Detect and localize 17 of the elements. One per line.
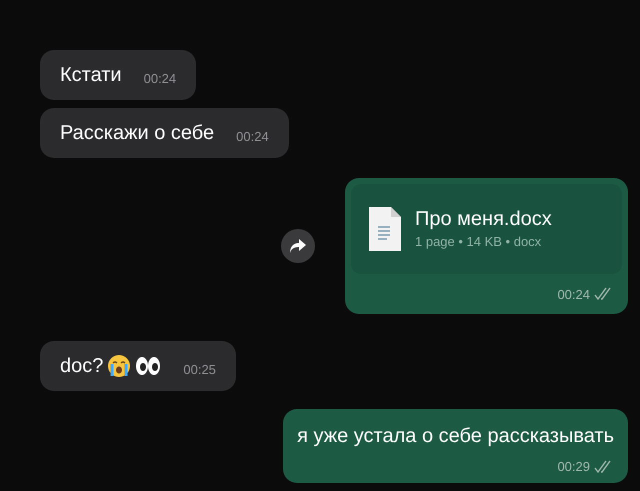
message-time: 00:29 <box>557 458 590 476</box>
crying-face-icon <box>107 354 132 378</box>
forward-button[interactable] <box>281 229 315 263</box>
message-text: я уже устала о себе рассказывать <box>297 424 614 449</box>
forward-icon <box>289 238 307 254</box>
file-details: 1 page • 14 KB • docx <box>415 233 542 252</box>
file-name: Про меня.docx <box>415 207 552 232</box>
document-icon <box>367 207 401 251</box>
message-time: 00:25 <box>183 360 216 378</box>
message-text: Кстати <box>60 63 122 88</box>
message-time: 00:24 <box>144 70 176 88</box>
message-text: Расскажи о себе <box>60 121 214 146</box>
document-card[interactable]: Про меня.docx 1 page • 14 KB • docx <box>351 184 622 274</box>
message-time: 00:24 <box>557 286 590 304</box>
eyes-icon <box>135 356 162 376</box>
message-text: doc? <box>60 354 104 379</box>
message-time: 00:24 <box>236 128 269 146</box>
